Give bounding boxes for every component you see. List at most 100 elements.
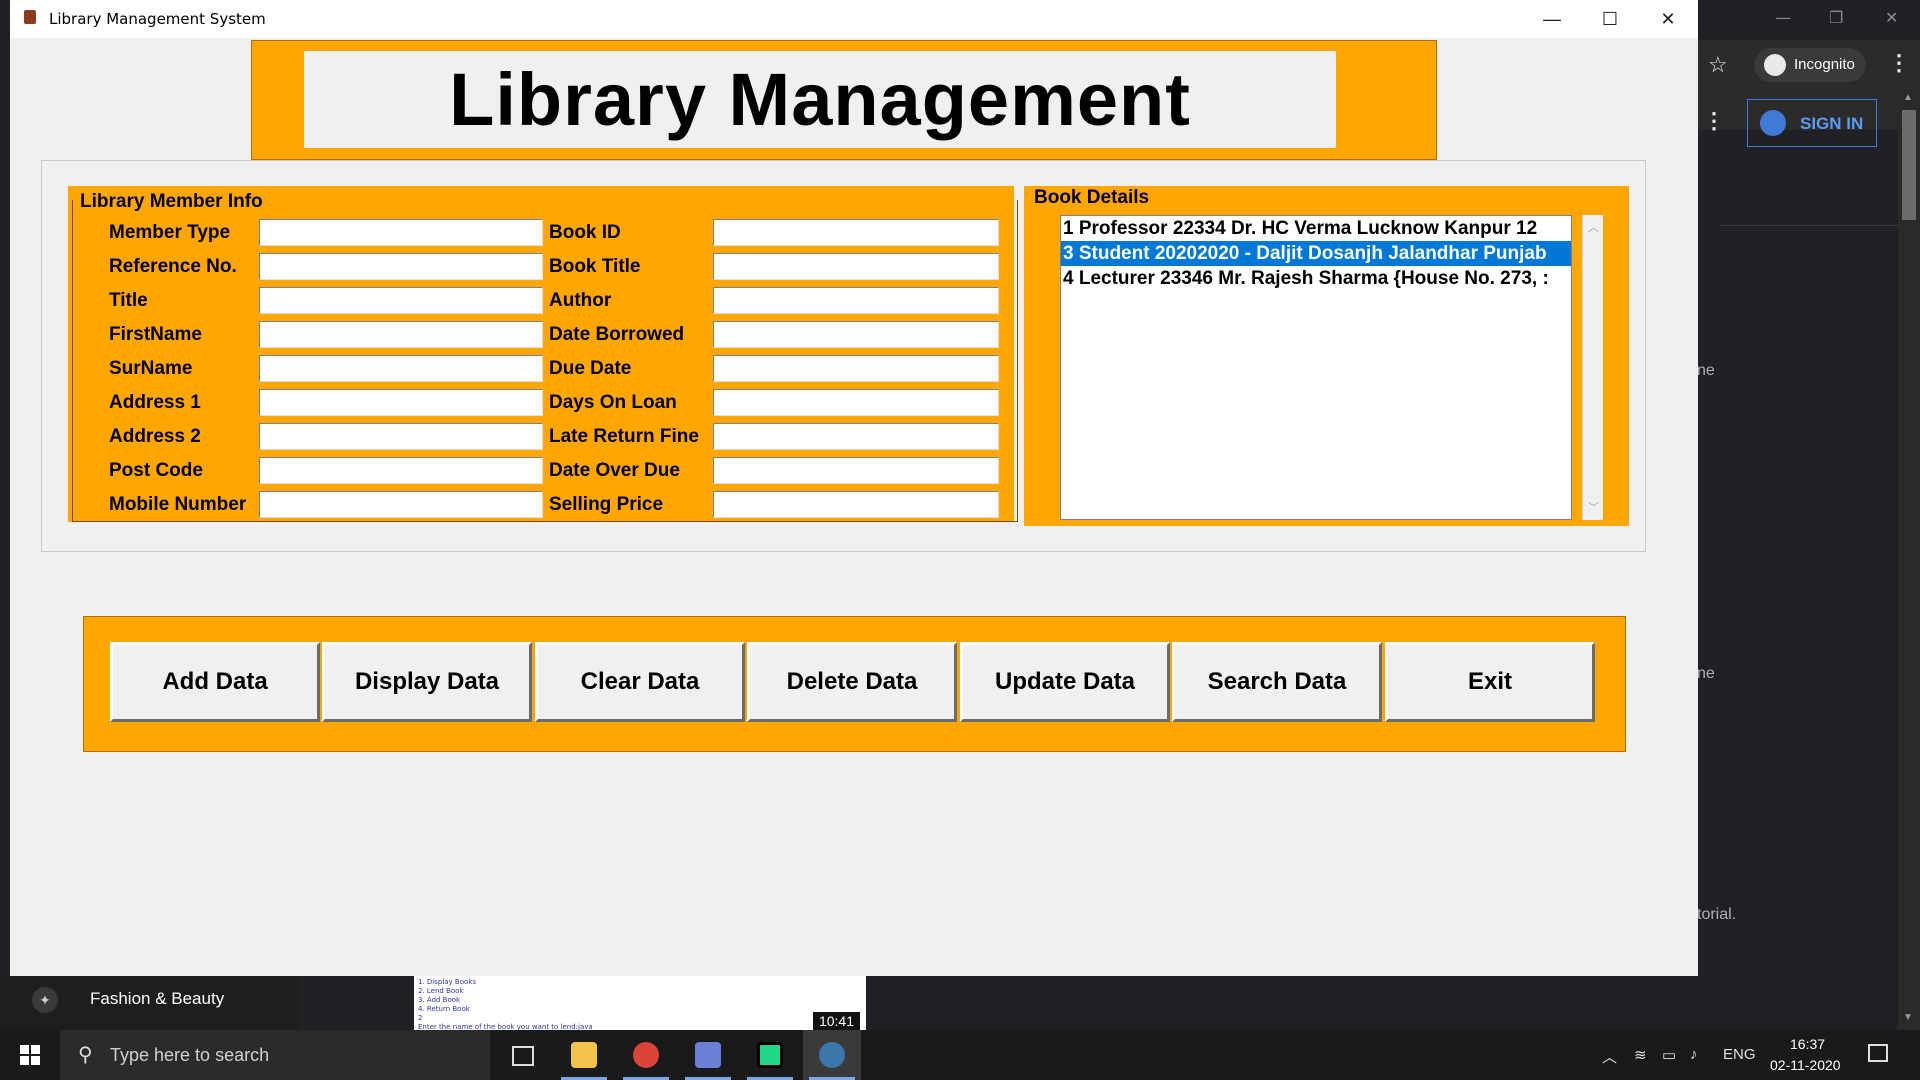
wifi-icon[interactable]: ≋: [1634, 1046, 1647, 1064]
file-explorer-icon[interactable]: [555, 1030, 613, 1080]
address2-input[interactable]: [259, 423, 543, 450]
date-over-due-label: Date Over Due: [549, 460, 680, 481]
listbox-scrollbar[interactable]: ︿ ﹀: [1582, 215, 1603, 520]
scroll-up-icon[interactable]: ▲: [1903, 92, 1913, 103]
book-details-listbox[interactable]: 1 Professor 22334 Dr. HC Verma Lucknow K…: [1060, 215, 1572, 520]
post-code-label: Post Code: [109, 460, 203, 481]
browser-restore-button[interactable]: ❐: [1829, 8, 1843, 27]
surname-label: SurName: [109, 358, 193, 379]
title-input[interactable]: [259, 287, 543, 314]
scroll-thumb[interactable]: [1902, 110, 1916, 220]
browser-menu-icon[interactable]: ⋮: [1888, 50, 1910, 76]
late-return-fine-label: Late Return Fine: [549, 426, 699, 447]
signin-button[interactable]: SIGN IN: [1747, 99, 1877, 147]
python-icon[interactable]: [803, 1030, 861, 1080]
browser-close-button[interactable]: ✕: [1885, 8, 1898, 27]
book-id-input[interactable]: [713, 219, 999, 246]
browser-scrollbar[interactable]: ▲ ▼: [1898, 90, 1920, 1030]
search-placeholder: Type here to search: [110, 1045, 270, 1065]
browser-titlebar: — ❐ ✕: [1697, 0, 1920, 40]
maximize-button[interactable]: ☐: [1581, 0, 1639, 38]
search-icon: ⚲: [78, 1044, 93, 1066]
book-title-input[interactable]: [713, 253, 999, 280]
firstname-label: FirstName: [109, 324, 202, 345]
chrome-icon[interactable]: [617, 1030, 675, 1080]
mobile-number-input[interactable]: [259, 491, 543, 518]
address1-input[interactable]: [259, 389, 543, 416]
exit-button[interactable]: Exit: [1385, 642, 1595, 722]
add-data-button[interactable]: Add Data: [110, 642, 320, 722]
taskbar-search-box[interactable]: ⚲ Type here to search: [60, 1030, 490, 1080]
banner-label-box: Library Management System: [304, 51, 1336, 238]
surname-input[interactable]: [259, 355, 543, 382]
page-menu-icon[interactable]: ⋮: [1703, 108, 1725, 134]
address2-label: Address 2: [109, 426, 201, 447]
chevron-down-icon[interactable]: ﹀: [1588, 499, 1599, 515]
firstname-input[interactable]: [259, 321, 543, 348]
user-icon: [1760, 110, 1786, 136]
address1-label: Address 1: [109, 392, 201, 413]
incognito-indicator[interactable]: Incognito: [1754, 48, 1866, 82]
pycharm-icon[interactable]: [741, 1030, 799, 1080]
selling-price-label: Selling Price: [549, 494, 664, 515]
author-input[interactable]: [713, 287, 999, 314]
background-text: torial.: [1697, 906, 1737, 923]
thumbnail-console-text: 1. Display Books 2. Lend Book 3. Add Boo…: [418, 978, 593, 1031]
days-on-loan-input[interactable]: [713, 389, 999, 416]
video-thumbnail[interactable]: 1. Display Books 2. Lend Book 3. Add Boo…: [414, 976, 866, 1031]
delete-data-button[interactable]: Delete Data: [747, 642, 957, 722]
bookmark-star-icon[interactable]: ☆: [1708, 52, 1728, 78]
due-date-input[interactable]: [713, 355, 999, 382]
background-text: ne: [1697, 665, 1715, 682]
clock-date[interactable]: 02-11-2020: [1770, 1057, 1841, 1073]
member-type-input[interactable]: [259, 219, 543, 246]
date-borrowed-input[interactable]: [713, 321, 999, 348]
incognito-icon: [1764, 54, 1786, 76]
signin-label: SIGN IN: [1800, 114, 1864, 133]
chevron-up-icon[interactable]: ︿: [1602, 1046, 1617, 1067]
scroll-down-icon[interactable]: ▼: [1903, 1012, 1913, 1023]
close-button[interactable]: ✕: [1639, 0, 1697, 38]
category-icon: ✦: [32, 987, 58, 1013]
browser-minimize-button[interactable]: —: [1775, 8, 1791, 27]
member-type-label: Member Type: [109, 222, 231, 243]
notification-icon[interactable]: [1868, 1044, 1888, 1062]
book-title-label: Book Title: [549, 256, 641, 277]
language-indicator[interactable]: ENG: [1723, 1046, 1756, 1063]
title-label: Title: [109, 290, 148, 311]
chevron-up-icon[interactable]: ︿: [1588, 219, 1599, 235]
clear-data-button[interactable]: Clear Data: [535, 642, 745, 722]
task-view-icon[interactable]: [492, 1030, 550, 1080]
author-label: Author: [549, 290, 612, 311]
fashion-beauty-item[interactable]: ✦ Fashion & Beauty: [0, 975, 300, 1030]
minimize-button[interactable]: —: [1523, 0, 1581, 38]
list-item[interactable]: 4 Lecturer 23346 Mr. Rajesh Sharma {Hous…: [1061, 266, 1571, 291]
windows-start-icon[interactable]: [20, 1045, 40, 1065]
display-data-button[interactable]: Display Data: [322, 642, 532, 722]
background-text: ne: [1697, 362, 1715, 379]
reference-no-label: Reference No.: [109, 256, 237, 277]
volume-icon[interactable]: ♪: [1690, 1046, 1698, 1063]
clock-time[interactable]: 16:37: [1790, 1036, 1825, 1052]
reference-no-input[interactable]: [259, 253, 543, 280]
book-id-label: Book ID: [549, 222, 621, 243]
update-data-button[interactable]: Update Data: [960, 642, 1170, 722]
incognito-label: Incognito: [1794, 56, 1855, 73]
due-date-label: Due Date: [549, 358, 632, 379]
battery-icon[interactable]: ▭: [1662, 1046, 1676, 1064]
days-on-loan-label: Days On Loan: [549, 392, 677, 413]
mobile-number-label: Mobile Number: [109, 494, 247, 515]
selling-price-input[interactable]: [713, 491, 999, 518]
divider: [1720, 225, 1900, 226]
video-duration: 10:41: [812, 1012, 860, 1030]
taskbar: ⚲ Type here to search ︿ ≋ ▭ ♪ ENG 16:37 …: [0, 1030, 1920, 1080]
list-item[interactable]: 1 Professor 22334 Dr. HC Verma Lucknow K…: [1061, 216, 1571, 241]
window-titlebar: Library Management System — ☐ ✕: [10, 0, 1698, 38]
window-title: Library Management System: [49, 10, 266, 28]
search-data-button[interactable]: Search Data: [1172, 642, 1382, 722]
list-item-selected[interactable]: 3 Student 20202020 - Daljit Dosanjh Jala…: [1061, 241, 1571, 266]
post-code-input[interactable]: [259, 457, 543, 484]
late-return-fine-input[interactable]: [713, 423, 999, 450]
date-over-due-input[interactable]: [713, 457, 999, 484]
media-app-icon[interactable]: [679, 1030, 737, 1080]
